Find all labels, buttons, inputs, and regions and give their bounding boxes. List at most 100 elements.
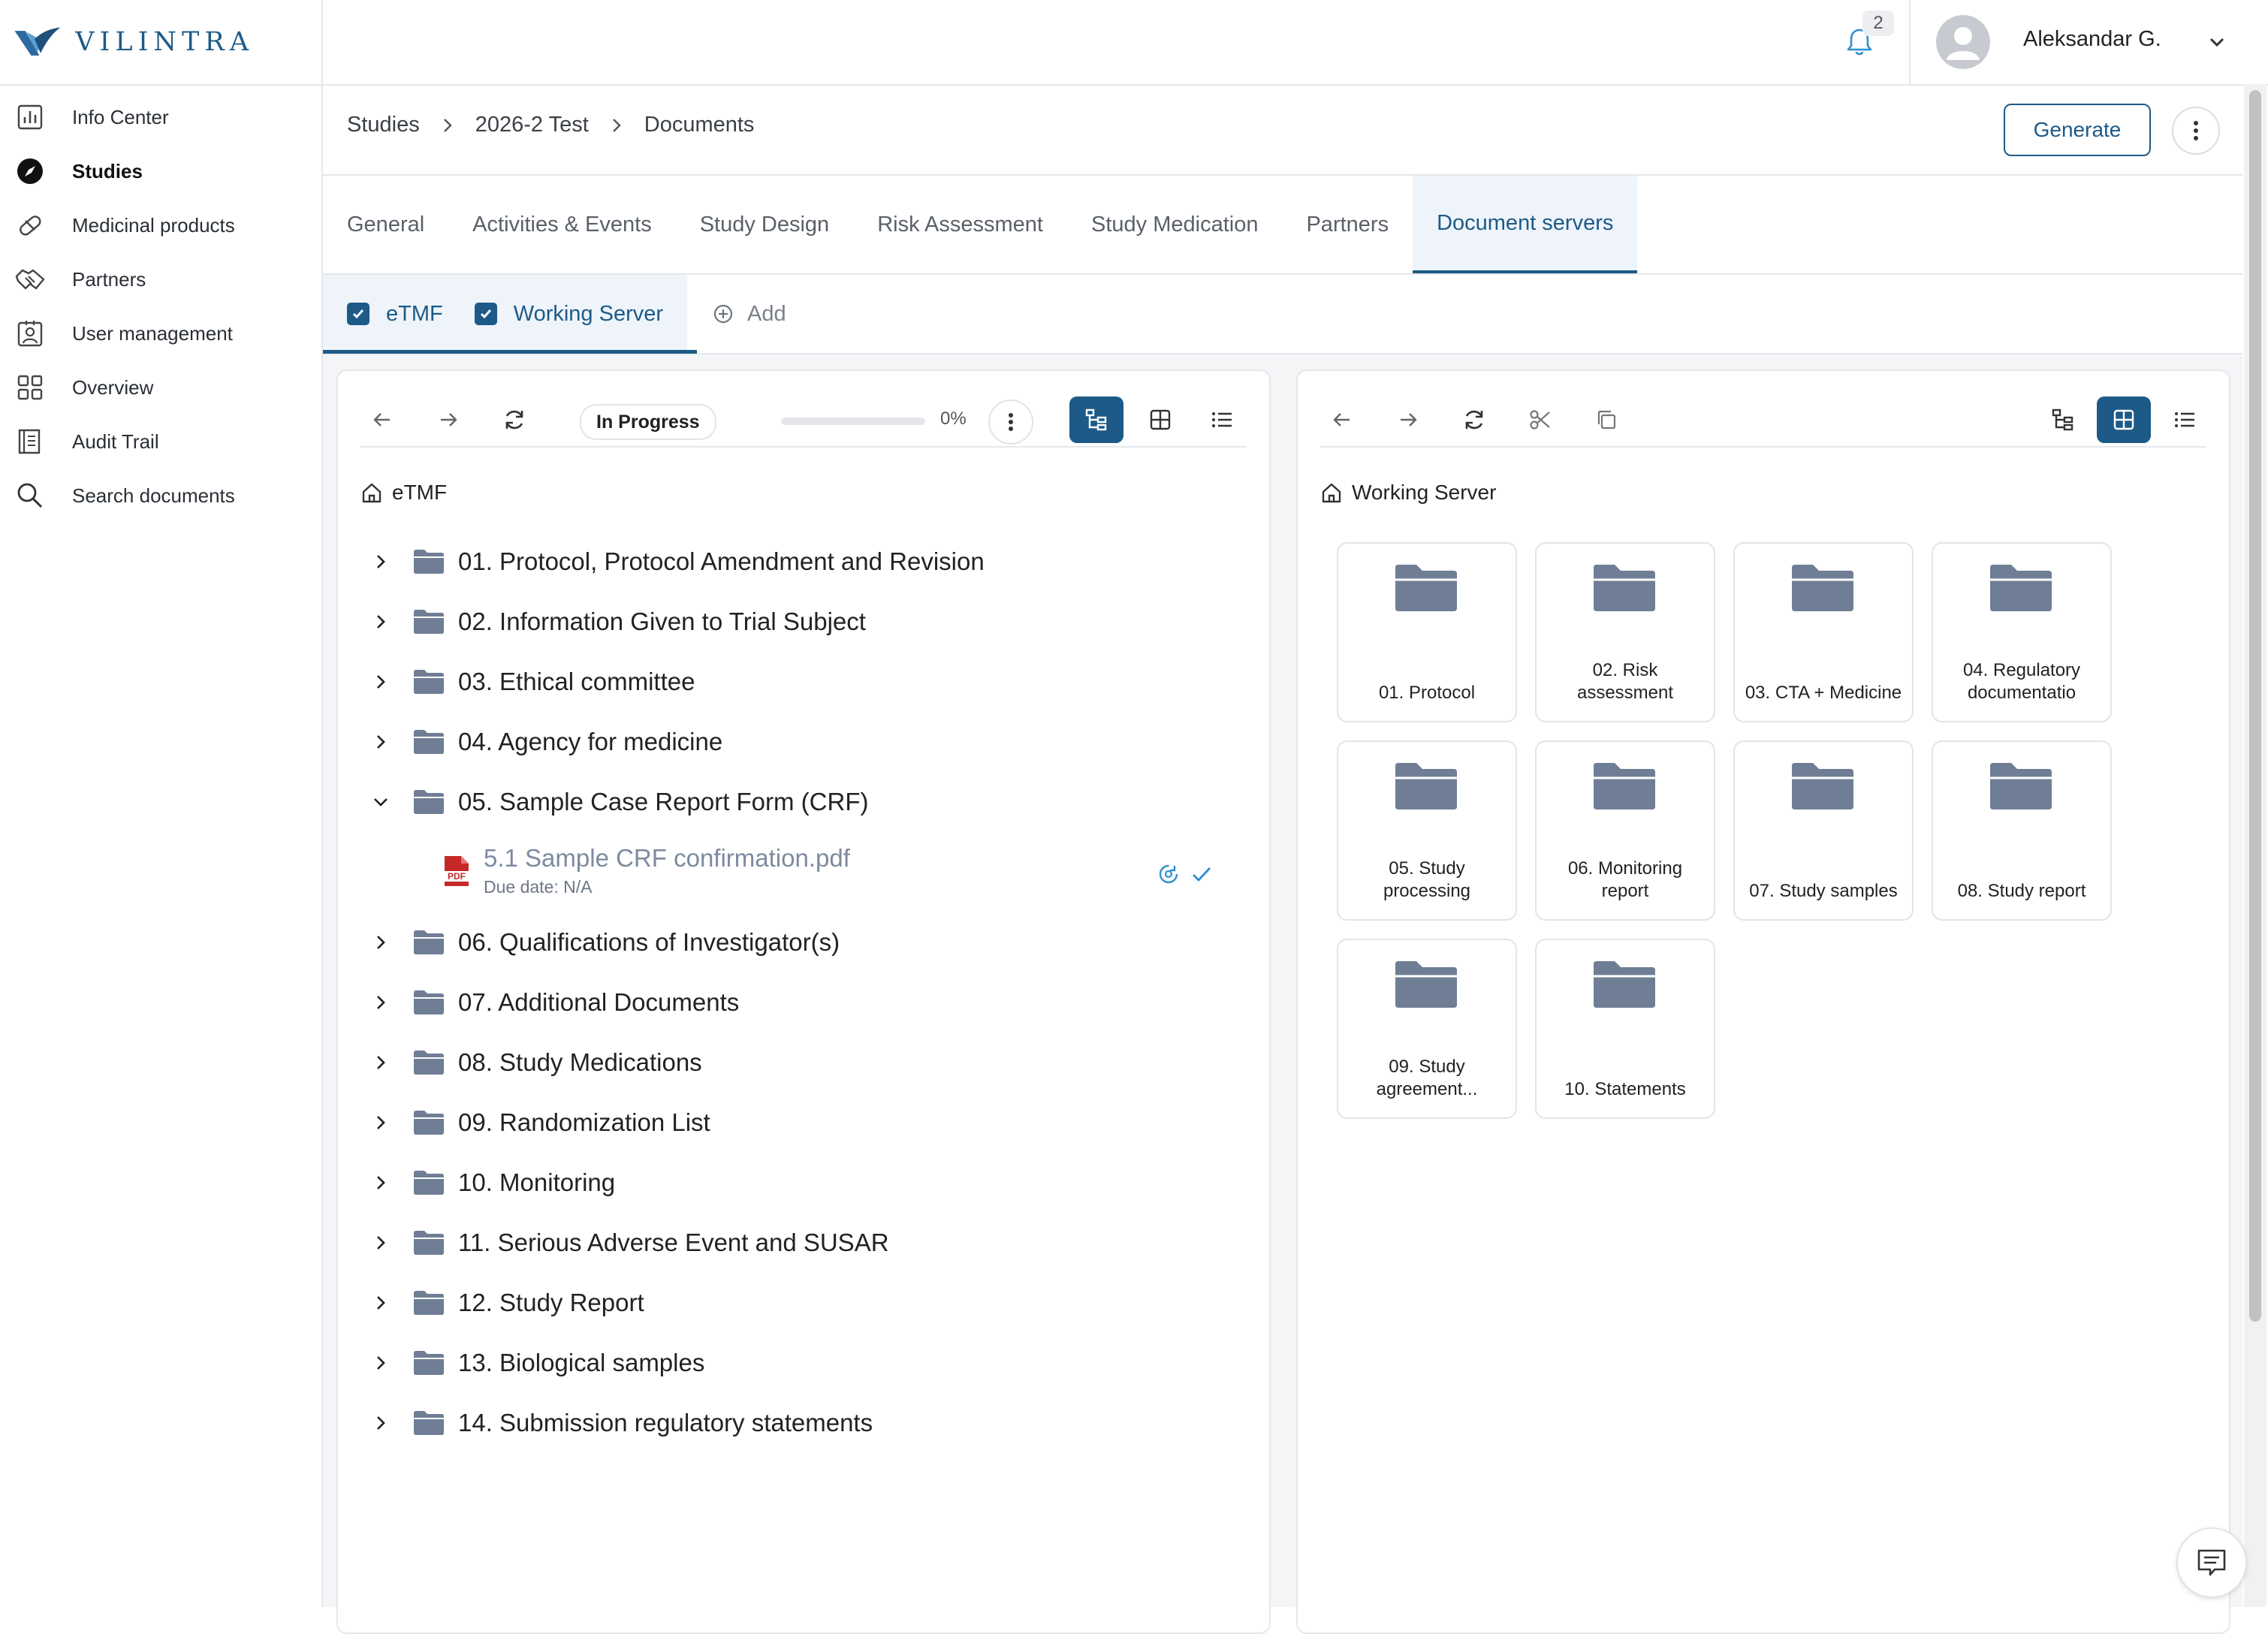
tree-folder[interactable]: 11. Serious Adverse Event and SUSAR [360, 1213, 1247, 1273]
sidebar-item-overview[interactable]: Overview [0, 360, 321, 415]
tree-folder-label: 02. Information Given to Trial Subject [458, 607, 866, 635]
add-server-button[interactable]: Add [687, 275, 786, 353]
sidebar-item-user-management[interactable]: User management [0, 306, 321, 360]
server-tab-etmf[interactable]: eTMF [323, 275, 464, 353]
tab-general[interactable]: General [323, 176, 448, 273]
generate-button[interactable]: Generate [2004, 104, 2151, 156]
list-view-button[interactable] [1200, 398, 1244, 442]
chevron-right-icon[interactable] [369, 991, 392, 1014]
tree-folder[interactable]: 02. Information Given to Trial Subject [360, 592, 1247, 652]
folder-icon [1990, 763, 2052, 809]
folder-tile[interactable]: 07. Study samples [1733, 740, 1914, 921]
sync-icon[interactable] [1157, 862, 1181, 886]
etmf-more-button[interactable] [988, 399, 1033, 445]
tree-folder[interactable]: 03. Ethical committee [360, 652, 1247, 712]
header-more-button[interactable] [2172, 107, 2220, 155]
back-button[interactable] [1320, 398, 1364, 442]
chevron-down-icon[interactable] [2205, 30, 2229, 54]
chevron-right-icon[interactable] [369, 1412, 392, 1434]
list-view-button[interactable] [2163, 398, 2206, 442]
tree-folder[interactable]: 01. Protocol, Protocol Amendment and Rev… [360, 532, 1247, 592]
forward-button[interactable] [1386, 398, 1430, 442]
avatar[interactable] [1936, 15, 1990, 69]
tree-folder[interactable]: 10. Monitoring [360, 1153, 1247, 1213]
file-name[interactable]: 5.1 Sample CRF confirmation.pdf [484, 844, 850, 873]
chevron-right-icon[interactable] [369, 731, 392, 753]
chevron-right-icon[interactable] [369, 671, 392, 693]
page-scrollbar[interactable] [2244, 84, 2266, 1607]
chevron-right-icon[interactable] [369, 1171, 392, 1194]
forward-button[interactable] [427, 398, 470, 442]
chevron-right-icon[interactable] [369, 1232, 392, 1254]
arrow-left-icon [373, 413, 390, 427]
etmf-root[interactable]: eTMF [360, 481, 447, 505]
chevron-right-icon[interactable] [369, 1111, 392, 1134]
folder-tile[interactable]: 03. CTA + Medicine [1733, 542, 1914, 722]
tree-folder[interactable]: 09. Randomization List [360, 1093, 1247, 1153]
tree-folder[interactable]: 04. Agency for medicine [360, 712, 1247, 772]
tree-file[interactable]: PDF 5.1 Sample CRF confirmation.pdf Due … [360, 832, 1247, 912]
sidebar-item-partners[interactable]: Partners [0, 252, 321, 306]
refresh-button[interactable] [493, 398, 536, 442]
folder-tile[interactable]: 06. Monitoring report [1535, 740, 1715, 921]
checkbox-checked-icon[interactable] [347, 303, 369, 325]
folder-tile[interactable]: 04. Regulatory documentatio [1932, 542, 2112, 722]
grid-view-button[interactable] [1139, 398, 1182, 442]
folder-icon [1395, 565, 1457, 611]
scissors-icon [1530, 410, 1550, 430]
breadcrumb-item-studies[interactable]: Studies [347, 113, 420, 137]
chevron-right-icon[interactable] [369, 1292, 392, 1314]
chevron-right-icon[interactable] [369, 931, 392, 954]
back-button[interactable] [360, 398, 404, 442]
chat-button[interactable] [2176, 1527, 2247, 1598]
copy-button[interactable] [1585, 398, 1628, 442]
tree-folder[interactable]: 14. Submission regulatory statements [360, 1393, 1247, 1453]
tree-folder[interactable]: 13. Biological samples [360, 1333, 1247, 1393]
tab-partners[interactable]: Partners [1282, 176, 1413, 273]
folder-tile[interactable]: 08. Study report [1932, 740, 2112, 921]
sidebar-item-audit-trail[interactable]: Audit Trail [0, 415, 321, 469]
refresh-button[interactable] [1452, 398, 1496, 442]
sidebar-item-info-center[interactable]: Info Center [0, 90, 321, 144]
tab-study-medication[interactable]: Study Medication [1067, 176, 1282, 273]
chevron-right-icon [608, 117, 625, 134]
logo[interactable]: VILINTRA [14, 20, 254, 65]
scrollbar-thumb[interactable] [2249, 90, 2261, 1322]
tab-document-servers[interactable]: Document servers [1413, 176, 1638, 273]
status-badge[interactable]: In Progress [580, 404, 716, 440]
tree-folder[interactable]: 07. Additional Documents [360, 972, 1247, 1033]
sidebar-item-studies[interactable]: Studies [0, 144, 321, 198]
checkbox-checked-icon[interactable] [474, 303, 497, 325]
cut-button[interactable] [1519, 398, 1562, 442]
sidebar-item-label: Partners [72, 267, 146, 291]
tree-folder[interactable]: 06. Qualifications of Investigator(s) [360, 912, 1247, 972]
user-name[interactable]: Aleksandar G. [2023, 27, 2161, 52]
chevron-right-icon[interactable] [369, 550, 392, 573]
tree-folder-expanded[interactable]: 05. Sample Case Report Form (CRF) [360, 772, 1247, 832]
grid-view-button[interactable] [2097, 396, 2151, 443]
chevron-down-icon[interactable] [369, 791, 392, 813]
working-server-root[interactable]: Working Server [1320, 481, 1496, 505]
breadcrumb-item-study[interactable]: 2026-2 Test [475, 113, 589, 137]
sidebar-item-search-documents[interactable]: Search documents [0, 469, 321, 523]
sidebar-item-medicinal-products[interactable]: Medicinal products [0, 198, 321, 252]
server-tab-working-server[interactable]: Working Server [463, 275, 688, 353]
folder-tile[interactable]: 02. Risk assessment [1535, 542, 1715, 722]
folder-tile[interactable]: 05. Study processing [1337, 740, 1517, 921]
folder-tile[interactable]: 10. Statements [1535, 939, 1715, 1119]
tree-view-button[interactable] [2041, 398, 2085, 442]
chevron-right-icon[interactable] [369, 1352, 392, 1374]
check-icon[interactable] [1190, 862, 1214, 886]
folder-tile[interactable]: 09. Study agreement... [1337, 939, 1517, 1119]
tree-folder-label: 07. Additional Documents [458, 988, 740, 1016]
tab-activities-events[interactable]: Activities & Events [448, 176, 676, 273]
tree-folder[interactable]: 08. Study Medications [360, 1033, 1247, 1093]
tab-study-design[interactable]: Study Design [676, 176, 854, 273]
refresh-icon [505, 410, 523, 430]
tab-risk-assessment[interactable]: Risk Assessment [853, 176, 1067, 273]
tree-view-button[interactable] [1069, 396, 1123, 443]
tree-folder[interactable]: 12. Study Report [360, 1273, 1247, 1333]
folder-tile[interactable]: 01. Protocol [1337, 542, 1517, 722]
chevron-right-icon[interactable] [369, 1051, 392, 1074]
chevron-right-icon[interactable] [369, 610, 392, 633]
